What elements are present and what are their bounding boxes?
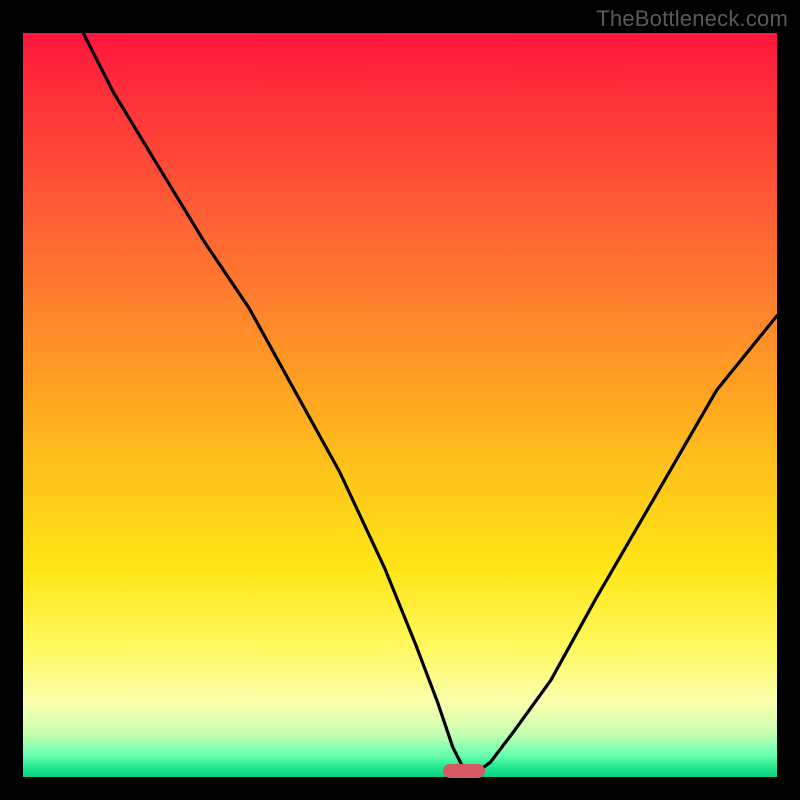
watermark-text: TheBottleneck.com [596,6,788,32]
plot-area [23,33,777,777]
optimum-marker [443,764,485,778]
chart-frame: TheBottleneck.com [0,0,800,800]
plot-svg [23,33,777,777]
curve-path [83,33,777,773]
